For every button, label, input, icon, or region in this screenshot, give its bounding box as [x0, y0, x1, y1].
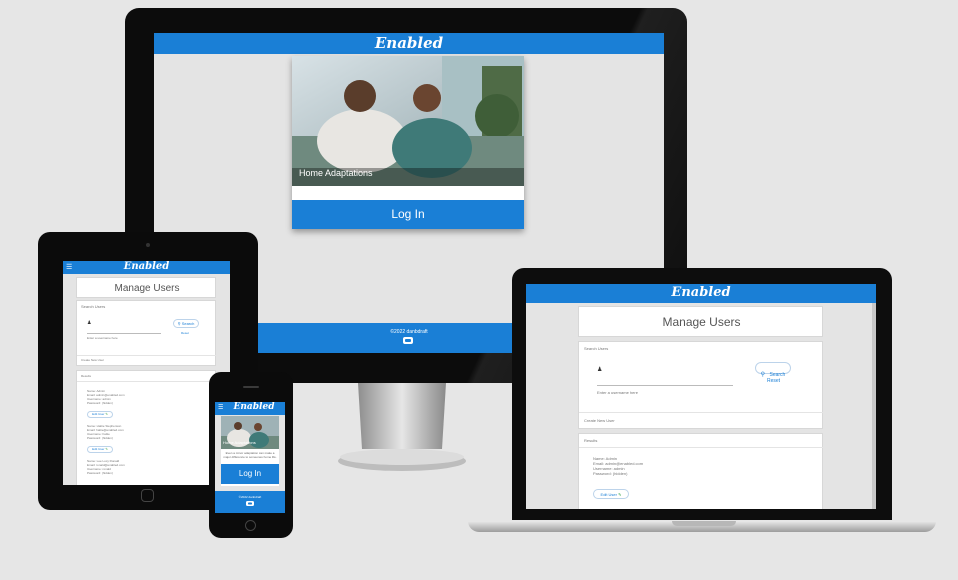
speaker-icon — [243, 386, 259, 388]
edit-icon: ✎ — [105, 447, 108, 451]
title-card: Manage Users — [578, 306, 823, 337]
laptop-screen: Enabled Manage Users Search Users ♟ Ente… — [526, 284, 876, 509]
list-item: Name: Admin Email: admin@enabled.com Use… — [87, 389, 125, 405]
search-button-label: Search — [181, 321, 195, 326]
result-password: Password: (hidden) — [593, 471, 628, 476]
search-card: Search Users ♟ Enter a username here ⚲ S… — [76, 300, 217, 366]
hero-tagline: Even a minor adaptation can make a major… — [223, 451, 277, 459]
edit-user-button[interactable]: Edit User ✎ — [87, 411, 113, 418]
home-button-icon — [141, 489, 154, 502]
hero-label: Home Adaptations — [299, 168, 373, 178]
brand-logo[interactable]: Enabled — [63, 261, 230, 272]
brand-logo[interactable]: Enabled — [154, 34, 664, 52]
footer-copyright: ©2022 danbdraft — [238, 495, 262, 499]
results-card: Results Name: Admin Email: admin@enabled… — [578, 433, 824, 509]
search-input[interactable] — [597, 385, 733, 386]
laptop-notch — [672, 521, 736, 526]
scrollbar[interactable] — [872, 303, 876, 509]
github-icon[interactable] — [403, 337, 413, 344]
search-section-label: Search Users — [584, 346, 609, 351]
create-user-label[interactable]: Create New User — [584, 418, 615, 423]
edit-icon: ✎ — [618, 492, 622, 497]
list-item: Name: Hattie Stephenson Email: hattie@en… — [87, 424, 124, 440]
page-title: Manage Users — [114, 283, 180, 294]
search-icon: ⚲ — [760, 372, 766, 378]
results-label: Results — [81, 374, 92, 378]
hero-label: Home Adaptations — [223, 440, 256, 445]
result-password: Password: (hidden) — [87, 471, 113, 475]
user-icon: ♟ — [87, 320, 92, 326]
results-card: Results Name: Admin Email: admin@enabled… — [76, 370, 217, 485]
results-label: Results — [584, 438, 598, 443]
edit-user-button[interactable]: Edit User ✎ — [593, 489, 629, 499]
user-icon: ♟ — [597, 367, 603, 373]
home-button-icon — [245, 520, 256, 531]
divider — [77, 381, 217, 382]
edit-user-label: Edit User — [92, 412, 105, 416]
result-password: Password: (hidden) — [87, 401, 113, 405]
tablet-screen: ☰ Enabled Manage Users Search Users ♟ En… — [63, 261, 230, 485]
brand-logo[interactable]: Enabled — [526, 285, 876, 300]
search-icon: ⚲ — [177, 321, 181, 326]
list-item: Name: Lee Lucy Ronald Email: ronald@enab… — [87, 459, 125, 475]
edit-icon: ✎ — [105, 412, 108, 416]
camera-icon — [146, 243, 150, 247]
page-title: Manage Users — [662, 315, 741, 329]
login-button[interactable]: Log In — [292, 200, 524, 229]
github-icon[interactable] — [246, 501, 254, 506]
monitor-stand — [338, 383, 466, 471]
edit-user-button[interactable]: Edit User ✎ — [87, 446, 113, 453]
edit-user-label: Edit User — [92, 447, 105, 451]
hero-photo — [292, 56, 524, 186]
divider — [77, 355, 217, 356]
search-button[interactable]: ⚲ Search — [755, 362, 791, 378]
result-password: Password: (hidden) — [87, 436, 113, 440]
reset-link[interactable]: Reset — [767, 378, 780, 384]
brand-logo[interactable]: Enabled — [223, 402, 285, 412]
search-card: Search Users ♟ Enter a username here ⚲ S… — [578, 341, 824, 429]
list-item: Name: Admin Email: admin@enabled.com Use… — [593, 456, 643, 476]
login-button[interactable]: Log In — [221, 464, 279, 484]
reset-link[interactable]: Reset — [181, 331, 189, 335]
divider — [579, 412, 824, 413]
search-input[interactable] — [87, 333, 161, 334]
title-card: Manage Users — [76, 277, 216, 298]
search-hint: Enter a username here — [87, 336, 118, 340]
search-hint: Enter a username here — [597, 390, 638, 395]
edit-user-label: Edit User — [600, 492, 617, 497]
phone-screen: ☰ Enabled Home Adaptations Even a minor … — [215, 402, 285, 513]
create-user-label[interactable]: Create New User — [81, 358, 104, 363]
search-button[interactable]: ⚲ Search — [173, 319, 199, 328]
search-section-label: Search Users — [81, 304, 106, 309]
divider — [579, 447, 824, 448]
